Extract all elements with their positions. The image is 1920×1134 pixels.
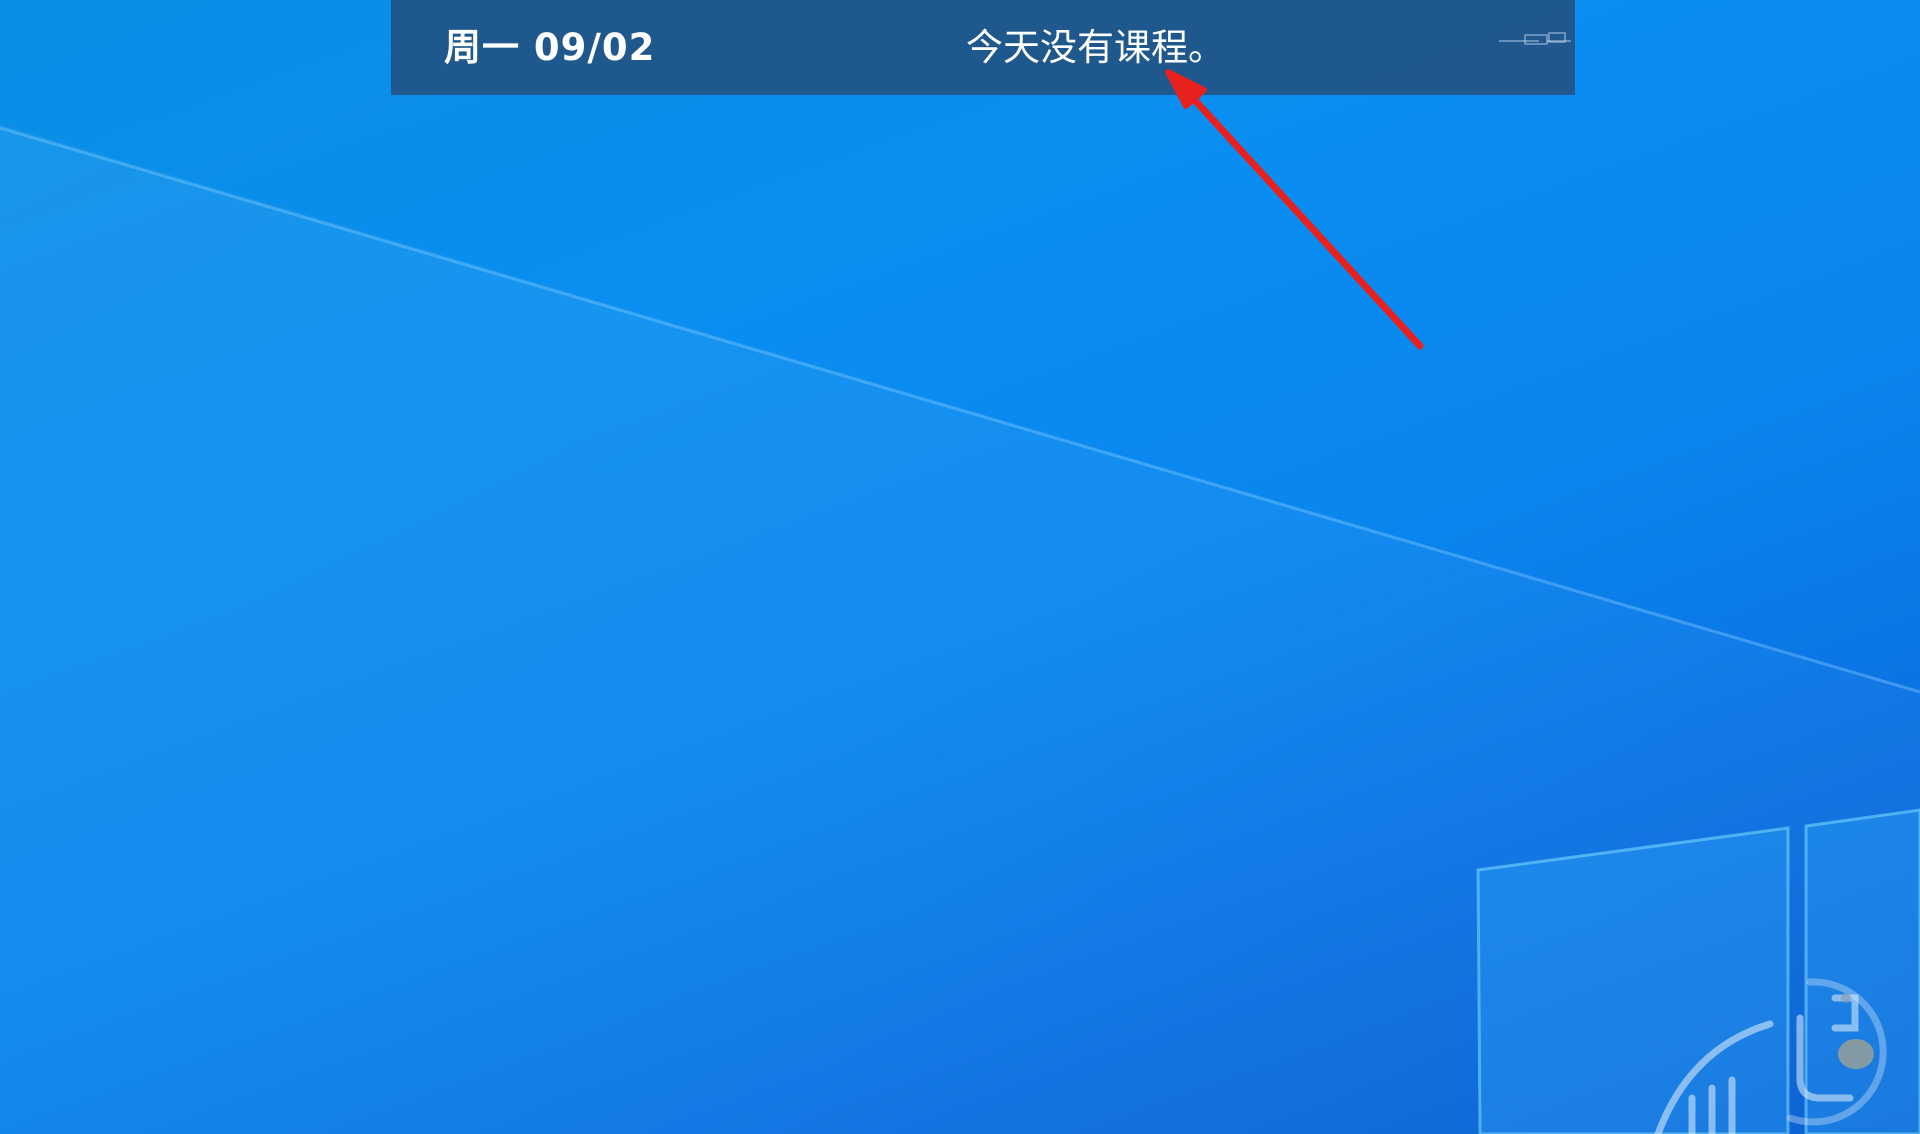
circular-logo-watermark xyxy=(1654,978,1887,1134)
desktop-wallpaper: 周一 09/02 今天没有课程。 xyxy=(0,0,1920,1134)
red-arrow-icon xyxy=(1165,69,1424,350)
